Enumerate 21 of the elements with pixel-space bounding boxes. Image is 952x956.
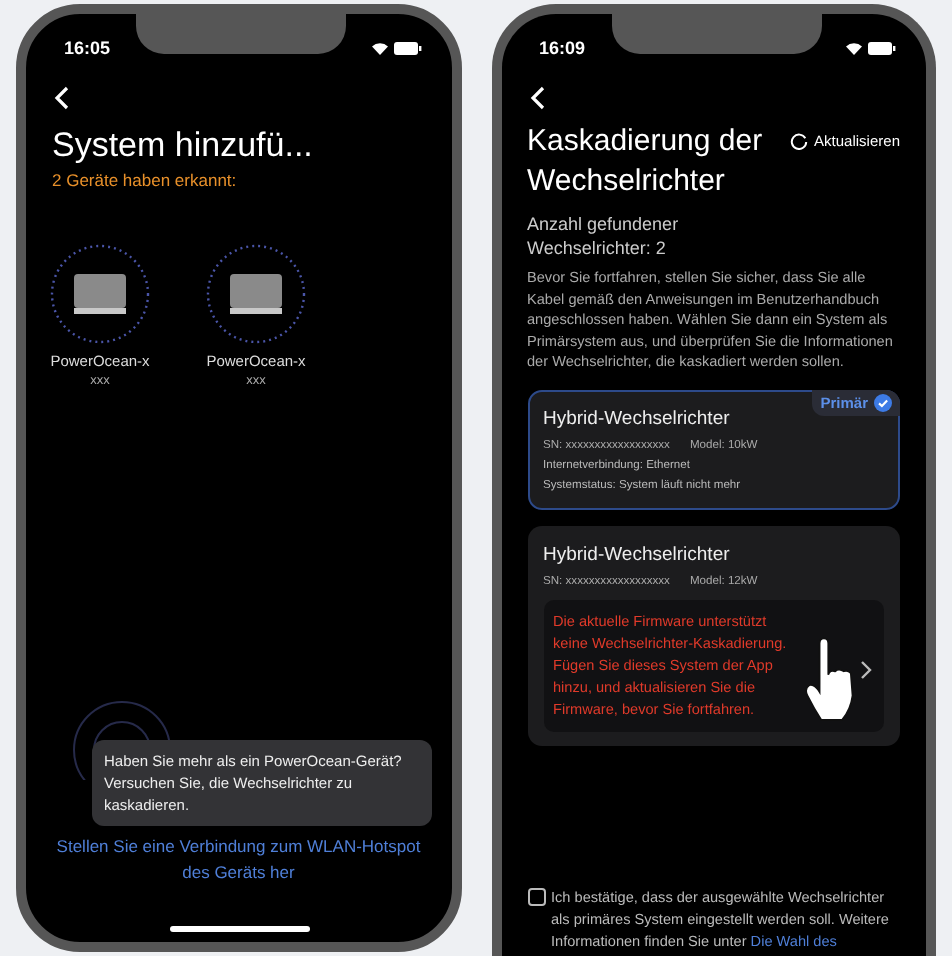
inverter-device-icon[interactable]	[48, 242, 152, 346]
wifi-battery-icon	[369, 40, 421, 56]
back-icon[interactable]	[54, 86, 70, 110]
home-indicator	[170, 926, 310, 932]
chevron-right-icon	[860, 659, 872, 679]
inverter-count-text: Anzahl gefundener Wechselrichter: 2	[527, 212, 681, 260]
pointing-hand-icon	[804, 635, 856, 723]
refresh-icon	[790, 132, 809, 150]
screen-title: System hinzufü...	[52, 126, 315, 166]
status-time: 16:09	[539, 38, 586, 58]
inverter-card[interactable]	[527, 525, 900, 745]
back-icon[interactable]	[529, 86, 545, 110]
hotspot-link[interactable]: Stellen Sie eine Verbindung zum WLAN-Hotspot des Geräts her	[52, 834, 425, 886]
confirm-checkbox[interactable]	[527, 888, 545, 906]
screen-title: Kaskadierung der Wechselrichter	[527, 122, 765, 202]
inverter-name: Hybrid-Wechselrichter	[543, 543, 732, 565]
wifi-battery-icon	[844, 40, 896, 56]
status-time: 16:05	[64, 38, 111, 58]
devices-found-text: 2 Geräte haben erkannt:	[52, 170, 239, 190]
inverter-name: Hybrid-Wechselrichter	[543, 407, 732, 429]
inverter-device-icon[interactable]	[204, 242, 308, 346]
